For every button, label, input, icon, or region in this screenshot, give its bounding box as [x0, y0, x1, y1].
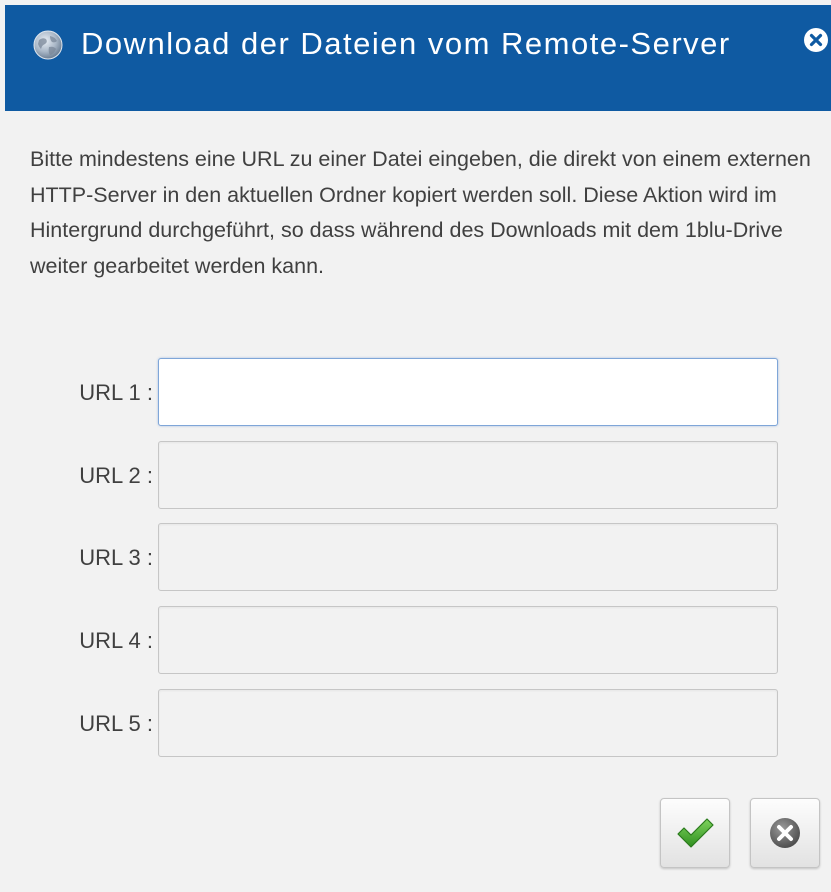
dialog-title: Download der Dateien vom Remote-Server: [81, 26, 731, 61]
url-5-label: URL 5 :: [79, 711, 153, 736]
close-icon[interactable]: [803, 27, 829, 53]
url-5-input[interactable]: [158, 689, 778, 757]
url-3-label: URL 3 :: [79, 545, 153, 570]
url-2-input[interactable]: [158, 441, 778, 509]
url-row-2: URL 2 :: [0, 441, 831, 511]
url-2-label: URL 2 :: [79, 463, 153, 488]
url-3-input[interactable]: [158, 523, 778, 591]
url-row-5: URL 5 :: [0, 689, 831, 759]
cancel-icon: [770, 818, 800, 848]
download-dialog: Download der Dateien vom Remote-Server B…: [0, 0, 831, 892]
url-row-3: URL 3 :: [0, 523, 831, 593]
url-1-input[interactable]: [158, 358, 778, 426]
url-1-label: URL 1 :: [79, 380, 153, 405]
checkmark-icon: [677, 818, 714, 848]
url-4-label: URL 4 :: [79, 628, 153, 653]
url-row-4: URL 4 :: [0, 606, 831, 676]
confirm-button[interactable]: [660, 798, 730, 868]
instruction-text: Bitte mindestens eine URL zu einer Datei…: [30, 147, 811, 278]
cancel-button[interactable]: [750, 798, 820, 868]
url-row-1: URL 1 :: [0, 358, 831, 428]
dialog-titlebar: Download der Dateien vom Remote-Server: [5, 5, 831, 111]
url-4-input[interactable]: [158, 606, 778, 674]
